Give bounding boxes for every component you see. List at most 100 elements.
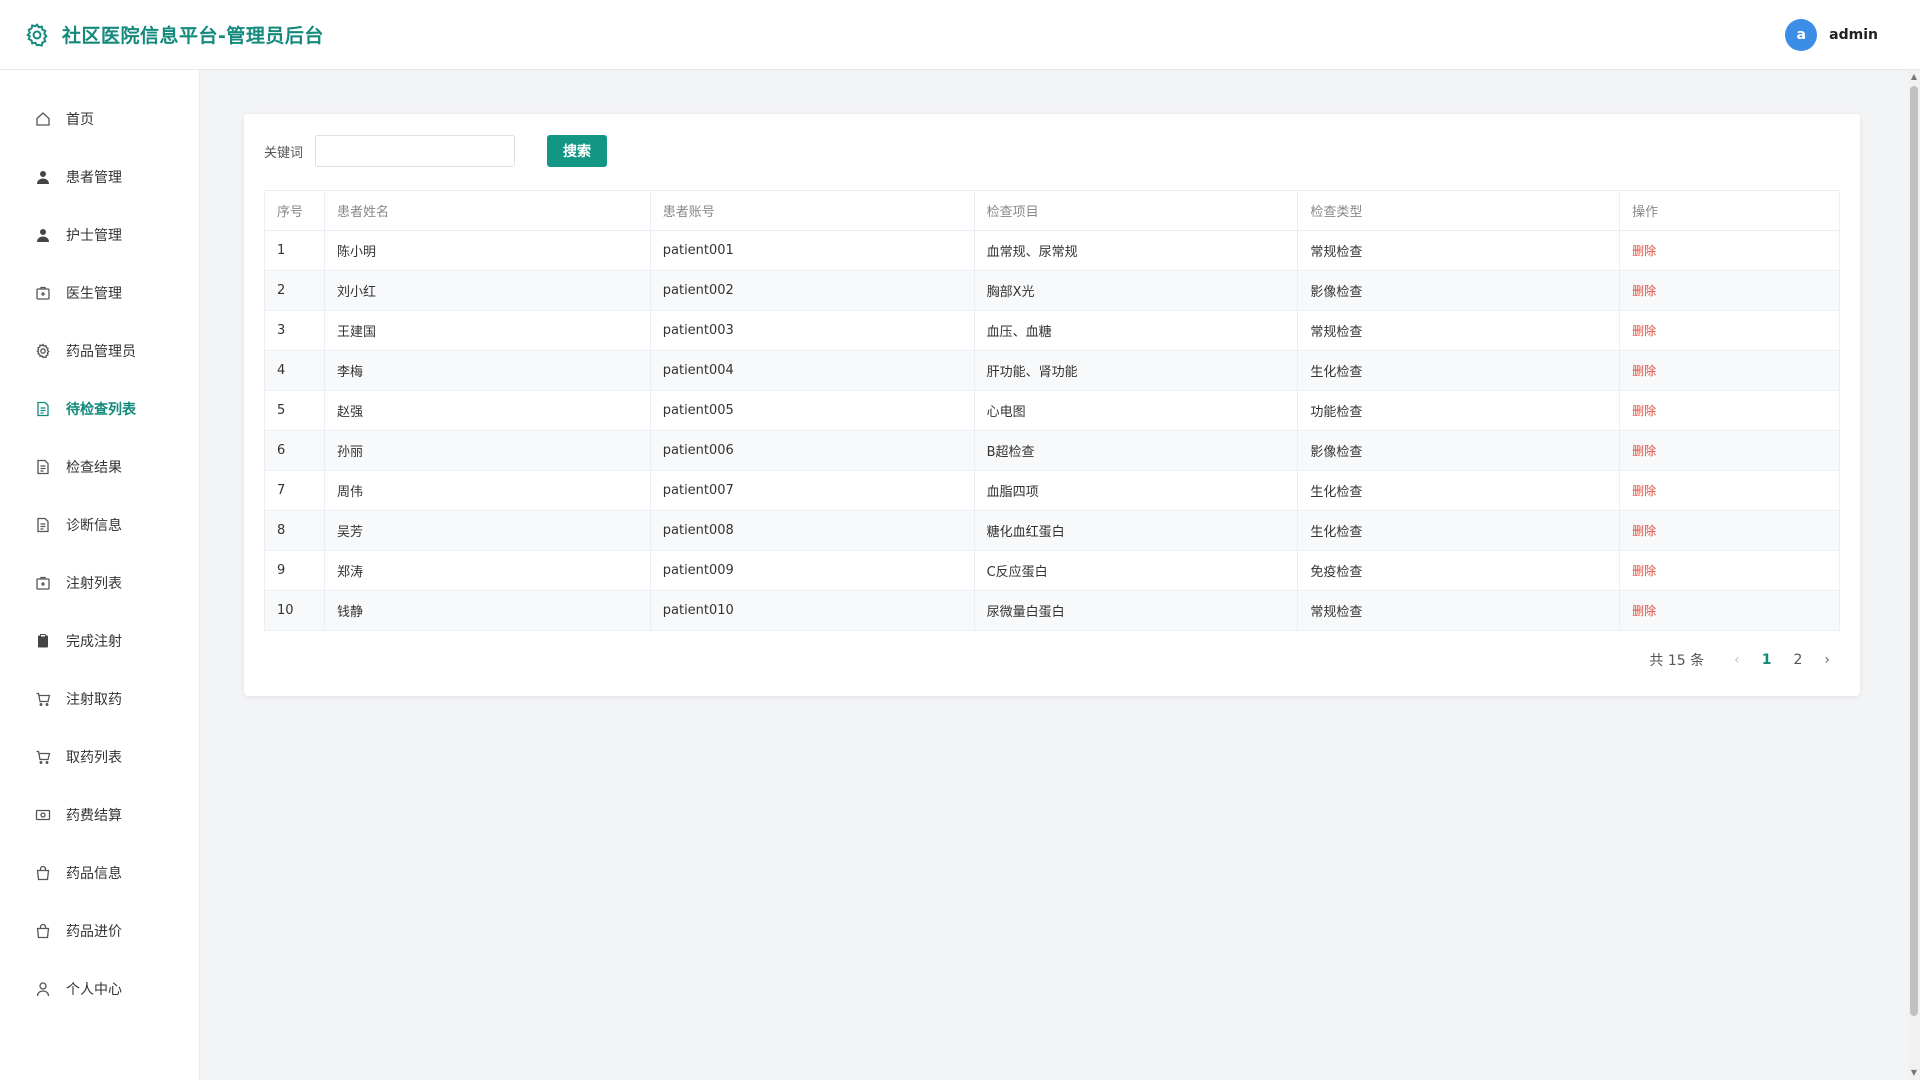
sidebar-item-label: 药品信息 — [66, 866, 122, 882]
sidebar-item-12[interactable]: 药费结算 — [0, 786, 199, 844]
cart-icon — [34, 690, 52, 708]
table-cell: 功能检查 — [1297, 390, 1621, 431]
sidebar-item-label: 检查结果 — [66, 460, 122, 476]
table-cell: 王建国 — [324, 310, 651, 351]
top-header: 社区医院信息平台-管理员后台 a admin — [0, 0, 1920, 70]
delete-button[interactable]: 删除 — [1632, 484, 1656, 498]
search-input[interactable] — [315, 135, 516, 167]
document-icon — [34, 458, 52, 476]
sidebar-item-1[interactable]: 患者管理 — [0, 148, 199, 206]
scroll-up-icon[interactable]: ▲ — [1909, 72, 1919, 82]
column-header: 检查类型 — [1297, 190, 1621, 231]
sidebar-item-label: 个人中心 — [66, 982, 122, 998]
app-root: 社区医院信息平台-管理员后台 a admin 首页 患者管理 护士管理医生管理药品管… — [0, 0, 1920, 1080]
table-cell: 赵强 — [324, 390, 651, 431]
sidebar-item-13[interactable]: 药品信息 — [0, 844, 199, 902]
scroll-thumb[interactable] — [1910, 86, 1918, 1016]
delete-button[interactable]: 删除 — [1632, 404, 1656, 418]
table-cell: 血压、血糖 — [974, 310, 1299, 351]
sidebar-item-10[interactable]: 注射取药 — [0, 670, 199, 728]
table-cell: 肝功能、肾功能 — [974, 350, 1299, 391]
search-button[interactable]: 搜索 — [547, 135, 608, 167]
column-header: 患者账号 — [650, 190, 975, 231]
delete-button[interactable]: 删除 — [1632, 284, 1656, 298]
delete-button[interactable]: 删除 — [1632, 324, 1656, 338]
table-row: 7 周伟 patient007 血脂四项 生化检查 删除 — [264, 470, 1840, 511]
scrollbar[interactable]: ▲ ▼ — [1908, 70, 1920, 1080]
table-cell: 吴芳 — [324, 510, 651, 551]
document-icon — [34, 516, 52, 534]
table-cell: 删除 — [1619, 510, 1840, 551]
delete-button[interactable]: 删除 — [1632, 604, 1656, 618]
table-cell: patient004 — [650, 350, 975, 391]
page-2[interactable]: 2 — [1793, 652, 1802, 668]
sidebar-item-6[interactable]: 检查结果 — [0, 438, 199, 496]
table-cell: patient005 — [650, 390, 975, 431]
table-cell: 8 — [264, 510, 325, 551]
sidebar-item-label: 诊断信息 — [66, 518, 122, 534]
table-cell: 4 — [264, 350, 325, 391]
search-label: 关键词 — [264, 145, 304, 161]
delete-button[interactable]: 删除 — [1632, 444, 1656, 458]
table-row: 6 孙丽 patient006 B超检查 影像检查 删除 — [264, 430, 1840, 471]
delete-button[interactable]: 删除 — [1632, 364, 1656, 378]
gear-icon — [24, 22, 50, 48]
table-cell: 5 — [264, 390, 325, 431]
table-cell: 糖化血红蛋白 — [974, 510, 1299, 551]
clipboard-icon — [34, 632, 52, 650]
table-cell: 6 — [264, 430, 325, 471]
sidebar-item-4[interactable]: 药品管理员 — [0, 322, 199, 380]
sidebar-item-9[interactable]: 完成注射 — [0, 612, 199, 670]
table-cell: 删除 — [1619, 350, 1840, 391]
user-menu[interactable]: a admin — [1785, 18, 1878, 51]
scroll-down-icon[interactable]: ▼ — [1909, 1068, 1919, 1078]
table-cell: 心电图 — [974, 390, 1299, 431]
sidebar-item-2[interactable]: 护士管理 — [0, 206, 199, 264]
delete-button[interactable]: 删除 — [1632, 524, 1656, 538]
table-cell: 删除 — [1619, 230, 1840, 271]
table-header-row: 序号 患者姓名 患者账号 检查项目 检查类型 操作 — [264, 190, 1840, 231]
table-cell: B超检查 — [974, 430, 1299, 471]
delete-button[interactable]: 删除 — [1632, 244, 1656, 258]
table-cell: 删除 — [1619, 590, 1840, 631]
page-1[interactable]: 1 — [1762, 652, 1772, 668]
table-cell: 删除 — [1619, 430, 1840, 471]
delete-button[interactable]: 删除 — [1632, 564, 1656, 578]
main-content: 关键词 搜索 序号 患者姓名 患者账号 检查项目 检查类型 操作 1 陈小明 patient0… — [200, 70, 1920, 1080]
table-cell: 血脂四项 — [974, 470, 1299, 511]
medkit-icon — [34, 284, 52, 302]
table-row: 3 王建国 patient003 血压、血糖 常规检查 删除 — [264, 310, 1840, 351]
table-cell: 10 — [264, 590, 325, 631]
avatar[interactable]: a — [1785, 18, 1818, 51]
sidebar-item-5[interactable]: 待检查列表 — [0, 380, 199, 438]
prev-page-icon[interactable]: ‹ — [1734, 652, 1740, 668]
table-cell: 2 — [264, 270, 325, 311]
cart-icon — [34, 748, 52, 766]
sidebar-item-0[interactable]: 首页 — [0, 90, 199, 148]
table-cell: 免疫检查 — [1297, 550, 1621, 591]
sidebar-item-7[interactable]: 诊断信息 — [0, 496, 199, 554]
table-cell: 胸部X光 — [974, 270, 1299, 311]
table-row: 5 赵强 patient005 心电图 功能检查 删除 — [264, 390, 1840, 431]
table-cell: 生化检查 — [1297, 470, 1621, 511]
sidebar-item-label: 医生管理 — [66, 286, 122, 302]
sidebar-item-label: 药费结算 — [66, 808, 122, 824]
sidebar: 首页 患者管理 护士管理医生管理药品管理员待检查列表检查结果诊断信息注射列表 完成注射… — [0, 70, 200, 1080]
column-header: 操作 — [1619, 190, 1840, 231]
table-cell: patient007 — [650, 470, 975, 511]
table-cell: 李梅 — [324, 350, 651, 391]
table-cell: 生化检查 — [1297, 510, 1621, 551]
bag-icon — [34, 864, 52, 882]
sidebar-item-11[interactable]: 取药列表 — [0, 728, 199, 786]
sidebar-item-3[interactable]: 医生管理 — [0, 264, 199, 322]
next-page-icon[interactable]: › — [1824, 652, 1830, 668]
column-header: 患者姓名 — [324, 190, 651, 231]
sidebar-item-15[interactable]: 个人中心 — [0, 960, 199, 1018]
sidebar-item-label: 取药列表 — [66, 750, 122, 766]
table-cell: patient003 — [650, 310, 975, 351]
sidebar-item-8[interactable]: 注射列表 — [0, 554, 199, 612]
username[interactable]: admin — [1829, 27, 1878, 43]
table-cell: 陈小明 — [324, 230, 651, 271]
sidebar-item-label: 药品管理员 — [66, 344, 136, 360]
sidebar-item-14[interactable]: 药品进价 — [0, 902, 199, 960]
